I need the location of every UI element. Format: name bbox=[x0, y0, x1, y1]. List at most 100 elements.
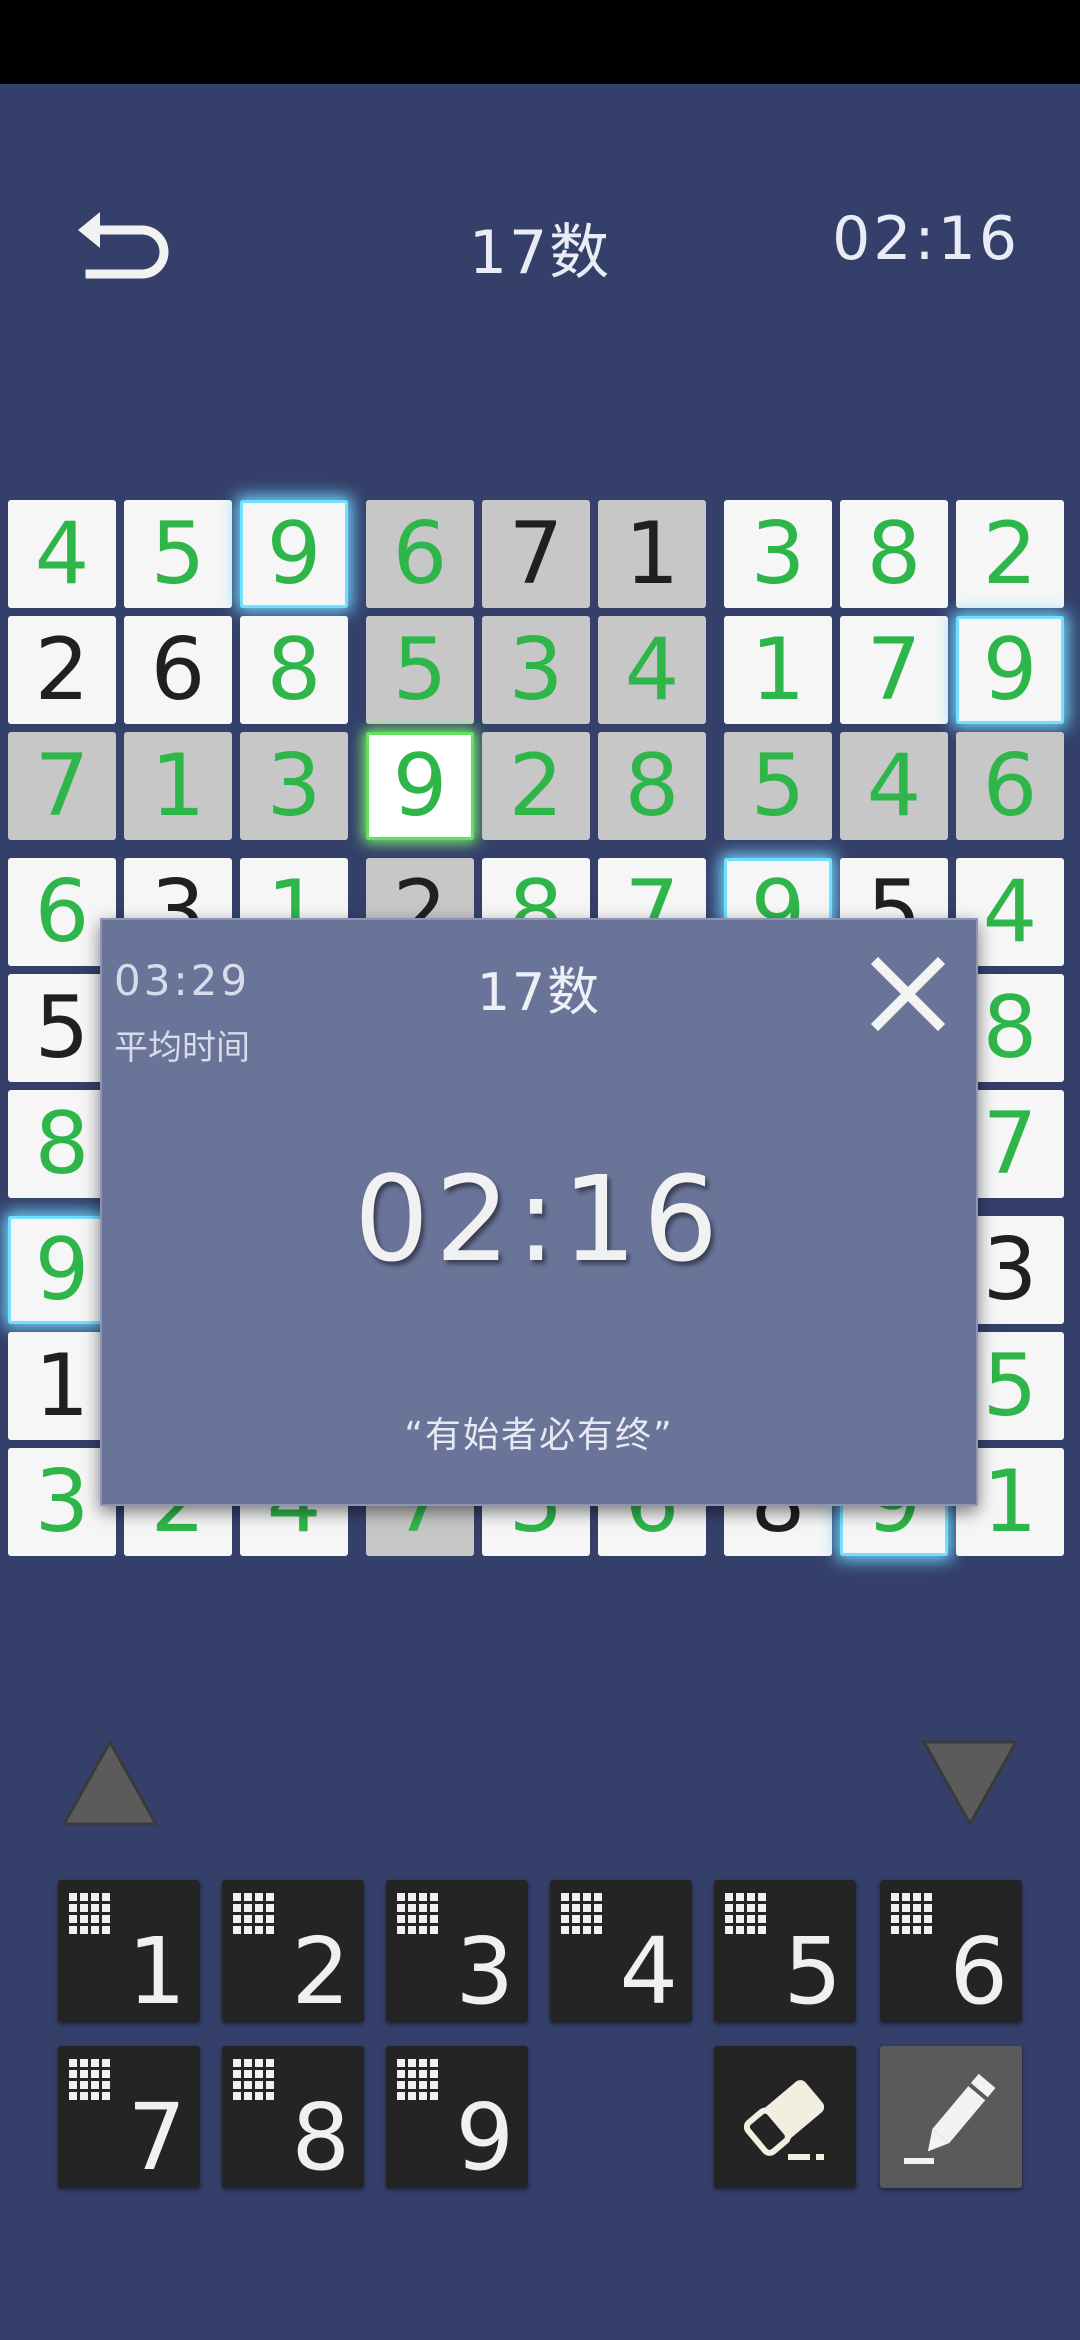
cell-digit: 5 bbox=[750, 736, 806, 836]
sudoku-cell[interactable]: 3 bbox=[724, 500, 832, 608]
scroll-up-button[interactable] bbox=[60, 1738, 160, 1828]
completion-time: 02:16 bbox=[353, 1150, 725, 1288]
sudoku-cell[interactable]: 2 bbox=[482, 732, 590, 840]
cell-digit: 9 bbox=[392, 736, 448, 836]
grid-icon bbox=[233, 2059, 274, 2100]
sudoku-cell[interactable]: 3 bbox=[240, 732, 348, 840]
sudoku-cell[interactable]: 6 bbox=[956, 732, 1064, 840]
sudoku-cell[interactable]: 4 bbox=[8, 500, 116, 608]
sudoku-cell[interactable]: 4 bbox=[598, 616, 706, 724]
digit-key-8[interactable]: 8 bbox=[222, 2046, 364, 2188]
sudoku-cell[interactable]: 9 bbox=[956, 616, 1064, 724]
cell-digit: 3 bbox=[266, 736, 322, 836]
cell-digit: 7 bbox=[982, 1094, 1038, 1194]
digit-key-label: 7 bbox=[127, 2084, 186, 2191]
sudoku-cell[interactable]: 8 bbox=[598, 732, 706, 840]
sudoku-cell[interactable]: 5 bbox=[366, 616, 474, 724]
sudoku-cell[interactable]: 5 bbox=[724, 732, 832, 840]
cell-digit: 9 bbox=[266, 504, 322, 604]
cell-digit: 6 bbox=[34, 862, 90, 962]
average-time-label: 平均时间 bbox=[114, 1028, 250, 1068]
sudoku-cell[interactable]: 1 bbox=[724, 616, 832, 724]
cell-digit: 9 bbox=[34, 1220, 90, 1320]
sudoku-cell[interactable]: 6 bbox=[366, 500, 474, 608]
digit-key-6[interactable]: 6 bbox=[880, 1880, 1022, 2022]
dialog-quote: “有始者必有终” bbox=[404, 1415, 674, 1456]
sudoku-cell[interactable]: 6 bbox=[124, 616, 232, 724]
cell-digit: 1 bbox=[624, 504, 680, 604]
sudoku-cell[interactable]: 2 bbox=[8, 616, 116, 724]
close-button[interactable] bbox=[870, 956, 946, 1032]
cell-digit: 5 bbox=[150, 504, 206, 604]
digit-key-7[interactable]: 7 bbox=[58, 2046, 200, 2188]
digit-key-1[interactable]: 1 bbox=[58, 1880, 200, 2022]
cell-digit: 8 bbox=[624, 736, 680, 836]
cell-digit: 8 bbox=[34, 1094, 90, 1194]
cell-digit: 2 bbox=[982, 504, 1038, 604]
completion-dialog: 03:29 平均时间 17数 02:16 “有始者必有终” bbox=[100, 918, 978, 1506]
grid-icon bbox=[725, 1893, 766, 1934]
digit-key-2[interactable]: 2 bbox=[222, 1880, 364, 2022]
cell-digit: 6 bbox=[150, 620, 206, 720]
cell-digit: 4 bbox=[624, 620, 680, 720]
digit-key-label: 1 bbox=[127, 1918, 186, 2025]
cell-digit: 4 bbox=[866, 736, 922, 836]
triangle-down-icon bbox=[921, 1740, 1019, 1828]
game-timer: 02:16 bbox=[832, 204, 1020, 274]
pencil-mode-button[interactable] bbox=[880, 2046, 1022, 2188]
grid-icon bbox=[561, 1893, 602, 1934]
cell-digit: 5 bbox=[34, 978, 90, 1078]
digit-key-3[interactable]: 3 bbox=[386, 1880, 528, 2022]
cell-digit: 8 bbox=[866, 504, 922, 604]
dialog-title: 17数 bbox=[476, 963, 602, 1023]
sudoku-cell[interactable]: 8 bbox=[240, 616, 348, 724]
digit-key-4[interactable]: 4 bbox=[550, 1880, 692, 2022]
cell-digit: 5 bbox=[392, 620, 448, 720]
cell-digit: 4 bbox=[982, 862, 1038, 962]
sudoku-cell[interactable]: 7 bbox=[482, 500, 590, 608]
cell-digit: 1 bbox=[982, 1452, 1038, 1552]
digit-key-label: 5 bbox=[783, 1918, 842, 2025]
sudoku-cell[interactable]: 7 bbox=[8, 732, 116, 840]
grid-icon bbox=[69, 2059, 110, 2100]
status-bar bbox=[0, 0, 1080, 84]
cell-digit: 3 bbox=[34, 1452, 90, 1552]
digit-key-5[interactable]: 5 bbox=[714, 1880, 856, 2022]
cell-digit: 1 bbox=[34, 1336, 90, 1436]
cell-digit: 2 bbox=[508, 736, 564, 836]
digit-key-label: 8 bbox=[291, 2084, 350, 2191]
close-icon bbox=[870, 956, 946, 1032]
triangle-up-icon bbox=[61, 1738, 159, 1826]
pencil-icon bbox=[904, 2073, 996, 2164]
cell-digit: 7 bbox=[866, 620, 922, 720]
scroll-down-button[interactable] bbox=[920, 1738, 1020, 1828]
sudoku-cell[interactable]: 2 bbox=[956, 500, 1064, 608]
grid-icon bbox=[233, 1893, 274, 1934]
grid-icon bbox=[69, 1893, 110, 1934]
sudoku-cell[interactable]: 9 bbox=[240, 500, 348, 608]
digit-key-label: 3 bbox=[455, 1918, 514, 2025]
cell-digit: 8 bbox=[982, 978, 1038, 1078]
sudoku-cell[interactable]: 4 bbox=[840, 732, 948, 840]
sudoku-cell[interactable]: 1 bbox=[124, 732, 232, 840]
sudoku-cell[interactable]: 9 bbox=[366, 732, 474, 840]
eraser-button[interactable] bbox=[714, 2046, 856, 2188]
sudoku-cell[interactable]: 5 bbox=[124, 500, 232, 608]
cell-digit: 1 bbox=[150, 736, 206, 836]
sudoku-cell[interactable]: 3 bbox=[482, 616, 590, 724]
cell-digit: 7 bbox=[34, 736, 90, 836]
grid-icon bbox=[397, 1893, 438, 1934]
digit-key-label: 4 bbox=[619, 1918, 678, 2025]
sudoku-cell[interactable]: 1 bbox=[598, 500, 706, 608]
grid-icon bbox=[891, 1893, 932, 1934]
sudoku-cell[interactable]: 8 bbox=[840, 500, 948, 608]
digit-key-label: 6 bbox=[949, 1918, 1008, 2025]
cell-digit: 3 bbox=[750, 504, 806, 604]
digit-key-9[interactable]: 9 bbox=[386, 2046, 528, 2188]
cell-digit: 1 bbox=[750, 620, 806, 720]
cell-digit: 3 bbox=[508, 620, 564, 720]
sudoku-cell[interactable]: 7 bbox=[840, 616, 948, 724]
cell-digit: 6 bbox=[392, 504, 448, 604]
cell-digit: 9 bbox=[982, 620, 1038, 720]
digit-key-label: 2 bbox=[291, 1918, 350, 2025]
